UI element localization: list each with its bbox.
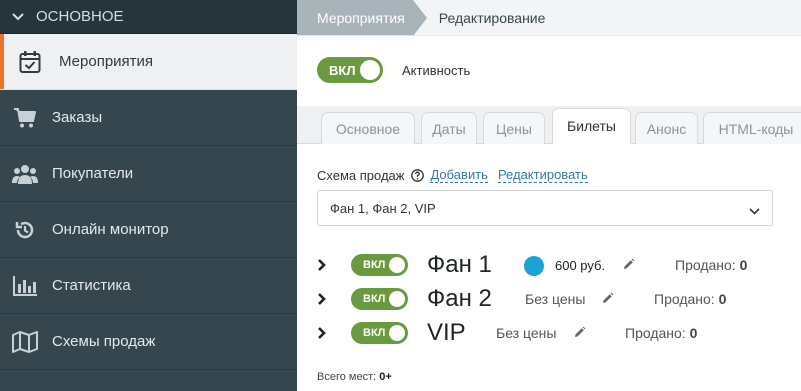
ticket-sold: Продано: 0 <box>654 291 726 307</box>
ticket-price: 600 руб. <box>555 258 606 273</box>
toggle-label: ВКЛ <box>363 327 386 339</box>
toggle-label: ВКЛ <box>363 259 386 271</box>
sales-scheme-row: Схема продаж Добавить Редактировать <box>317 168 598 183</box>
sold-value: 0 <box>689 325 698 341</box>
sold-label: Продано: <box>654 291 715 307</box>
sales-scheme-label: Схема продаж <box>317 168 405 183</box>
breadcrumb-parent[interactable]: Мероприятия <box>297 0 427 36</box>
tab-html-codes[interactable]: HTML-коды <box>703 112 801 144</box>
ticket-sold: Продано: 0 <box>625 325 697 341</box>
total-seats-label: Всего мест: <box>317 371 377 383</box>
tab-tickets[interactable]: Билеты <box>552 108 631 144</box>
toggle-label: ВКЛ <box>329 62 356 78</box>
sidebar-item-label: Онлайн монитор <box>52 221 169 238</box>
activity-toggle[interactable]: ВКЛ <box>317 57 383 83</box>
sold-value: 0 <box>739 257 748 273</box>
cart-icon <box>11 104 39 132</box>
sidebar: ОСНОВНОЕ Мероприятия Заказы Покупатели О… <box>0 0 297 391</box>
ticket-toggle[interactable]: ВКЛ <box>351 322 408 344</box>
main-content: Мероприятия Редактирование ВКЛ Активност… <box>297 0 801 391</box>
sidebar-item-events[interactable]: Мероприятия <box>0 34 297 90</box>
sidebar-section-header[interactable]: ОСНОВНОЕ <box>0 0 297 34</box>
history-icon <box>11 216 39 244</box>
ticket-color-dot[interactable] <box>524 256 544 276</box>
ticket-name: VIP <box>427 319 466 346</box>
users-icon <box>11 160 39 188</box>
calendar-check-icon <box>16 48 44 76</box>
ticket-sold: Продано: 0 <box>675 257 747 273</box>
toggle-label: ВКЛ <box>363 293 386 305</box>
ticket-row: ВКЛ VIP Без цены Продано: 0 <box>317 318 777 348</box>
tab-dates[interactable]: Даты <box>421 112 477 144</box>
tab-general[interactable]: Основное <box>321 112 415 144</box>
bar-chart-icon <box>11 272 39 300</box>
pencil-icon[interactable] <box>622 258 635 276</box>
sidebar-item-label: Статистика <box>52 277 131 294</box>
chevron-right-icon[interactable] <box>317 292 327 311</box>
pencil-icon[interactable] <box>601 292 614 310</box>
ticket-toggle[interactable]: ВКЛ <box>351 288 408 310</box>
sales-scheme-select[interactable]: Фан 1, Фан 2, VIP <box>317 190 773 226</box>
toggle-knob <box>389 325 405 341</box>
sidebar-item-statistics[interactable]: Статистика <box>0 258 297 314</box>
ticket-row: ВКЛ Фан 2 Без цены Продано: 0 <box>317 284 777 314</box>
sidebar-item-online-monitor[interactable]: Онлайн монитор <box>0 202 297 258</box>
map-icon <box>11 328 39 356</box>
ticket-price: Без цены <box>496 325 557 341</box>
chevron-down-icon <box>12 12 26 21</box>
help-icon[interactable] <box>411 169 425 182</box>
sidebar-item-customers[interactable]: Покупатели <box>0 146 297 202</box>
sold-label: Продано: <box>675 257 736 273</box>
chevron-down-icon <box>749 203 760 218</box>
activity-row: ВКЛ Активность <box>317 57 470 83</box>
sidebar-section-title: ОСНОВНОЕ <box>36 8 124 25</box>
sidebar-item-label: Схемы продаж <box>52 333 156 350</box>
sidebar-item-label: Покупатели <box>52 165 134 182</box>
toggle-knob <box>389 257 405 273</box>
sidebar-item-sales-schemes[interactable]: Схемы продаж <box>0 314 297 370</box>
sold-label: Продано: <box>625 325 686 341</box>
toggle-knob <box>360 60 380 80</box>
breadcrumb: Мероприятия Редактирование <box>297 0 801 36</box>
sidebar-item-label: Заказы <box>52 109 103 126</box>
ticket-name: Фан 2 <box>427 285 492 312</box>
sidebar-item-label: Мероприятия <box>59 53 154 70</box>
tab-prices[interactable]: Цены <box>483 112 545 144</box>
toggle-knob <box>389 291 405 307</box>
ticket-toggle[interactable]: ВКЛ <box>351 254 408 276</box>
add-scheme-link[interactable]: Добавить <box>430 168 488 183</box>
total-seats-value: 0+ <box>379 371 392 383</box>
chevron-right-icon[interactable] <box>317 258 327 277</box>
sales-scheme-selected: Фан 1, Фан 2, VIP <box>330 200 436 216</box>
ticket-name: Фан 1 <box>427 251 492 278</box>
pencil-icon[interactable] <box>573 326 586 344</box>
sold-value: 0 <box>718 291 727 307</box>
activity-label: Активность <box>402 62 471 78</box>
breadcrumb-current: Редактирование <box>438 9 546 26</box>
chevron-right-icon[interactable] <box>317 326 327 345</box>
total-seats: Всего мест: 0+ <box>317 371 392 383</box>
edit-scheme-link[interactable]: Редактировать <box>497 168 588 183</box>
tab-announce[interactable]: Анонс <box>635 112 698 144</box>
ticket-row: ВКЛ Фан 1 600 руб. Продано: 0 <box>317 250 777 280</box>
tabs-bar: Основное Даты Цены Билеты Анонс HTML-код… <box>297 106 801 144</box>
sidebar-item-orders[interactable]: Заказы <box>0 90 297 146</box>
ticket-price: Без цены <box>525 291 586 307</box>
